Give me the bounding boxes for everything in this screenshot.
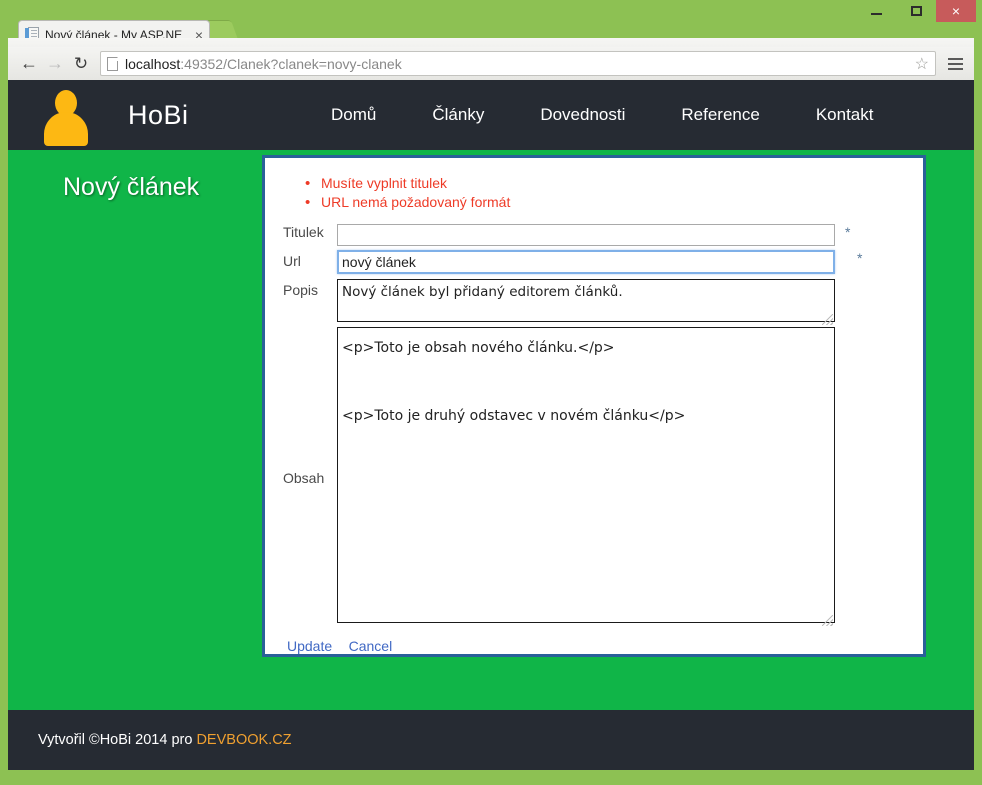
popis-textarea[interactable]: Nový článek byl přidaný editorem článků. (337, 279, 835, 322)
reload-icon: ↻ (74, 54, 88, 74)
label-url: Url (283, 250, 337, 269)
back-button[interactable]: ← (16, 51, 42, 77)
close-window-button[interactable]: × (936, 0, 976, 22)
titulek-required-mark: * (845, 224, 850, 240)
label-popis: Popis (283, 279, 337, 298)
validation-error-item: Musíte vyplnit titulek (305, 174, 923, 193)
url-host: localhost (125, 56, 180, 72)
page-info-icon (107, 57, 118, 71)
address-bar-text: localhost:49352/Clanek?clanek=novy-clane… (125, 56, 402, 72)
browser-toolbar: ← → ↻ localhost:49352/Clanek?clanek=novy… (8, 47, 974, 80)
form-row-titulek: Titulek * (283, 224, 923, 246)
forward-arrow-icon: → (46, 53, 64, 74)
form-row-popis: Popis Nový článek byl přidaný editorem č… (283, 279, 923, 327)
bookmark-star-icon[interactable]: ☆ (907, 54, 929, 74)
maximize-icon (911, 6, 922, 16)
update-link[interactable]: Update (287, 638, 332, 654)
reload-button[interactable]: ↻ (68, 51, 94, 77)
minimize-icon (871, 13, 882, 15)
nav-item-clanky[interactable]: Články (404, 105, 512, 125)
url-path: :49352/Clanek?clanek=novy-clanek (180, 56, 401, 72)
hamburger-menu-icon[interactable] (944, 58, 966, 70)
article-form-panel: Musíte vyplnit titulek URL nemá požadova… (262, 155, 926, 657)
window-controls: × (856, 0, 976, 22)
url-required-mark: * (857, 250, 862, 266)
forward-button[interactable]: → (42, 51, 68, 77)
url-input[interactable] (337, 250, 835, 274)
label-obsah: Obsah (283, 470, 337, 486)
nav-item-domu[interactable]: Domů (303, 105, 404, 125)
obsah-textarea[interactable]: <p>Toto je obsah nového článku.</p> <p>T… (337, 327, 835, 623)
nav-item-reference[interactable]: Reference (653, 105, 787, 125)
page-viewport: HoBi Domů Články Dovednosti Reference Ko… (8, 80, 974, 770)
address-bar[interactable]: localhost:49352/Clanek?clanek=novy-clane… (100, 51, 936, 76)
nav-item-kontakt[interactable]: Kontakt (788, 105, 902, 125)
close-icon: × (952, 4, 960, 18)
site-nav-links: Domů Články Dovednosti Reference Kontakt (303, 105, 901, 125)
form-row-url: Url * (283, 250, 923, 274)
validation-error-item: URL nemá požadovaný formát (305, 193, 923, 212)
form-actions: Update Cancel (287, 638, 923, 656)
site-footer: Vytvořil ©HoBi 2014 pro DEVBOOK.CZ (8, 710, 974, 770)
minimize-button[interactable] (856, 0, 896, 22)
maximize-button[interactable] (896, 0, 936, 22)
footer-credit: Vytvořil ©HoBi 2014 pro (38, 732, 196, 748)
person-avatar-icon (40, 84, 92, 146)
page-body: Nový článek Musíte vyplnit titulek URL n… (8, 150, 974, 710)
back-arrow-icon: ← (20, 53, 38, 74)
validation-error-list: Musíte vyplnit titulek URL nemá požadova… (305, 174, 923, 212)
brand-name[interactable]: HoBi (128, 100, 189, 131)
browser-title-bar: Nový článek - My ASP.NE × × (0, 0, 982, 38)
form-row-obsah: Obsah <p>Toto je obsah nového článku.</p… (283, 327, 923, 628)
titulek-input[interactable] (337, 224, 835, 246)
page-title: Nový článek (63, 173, 199, 202)
footer-text: Vytvořil ©HoBi 2014 pro DEVBOOK.CZ (38, 732, 292, 748)
cancel-link[interactable]: Cancel (349, 638, 393, 654)
label-titulek: Titulek (283, 224, 337, 240)
footer-link-devbook[interactable]: DEVBOOK.CZ (196, 732, 291, 748)
nav-item-dovednosti[interactable]: Dovednosti (512, 105, 653, 125)
site-navbar: HoBi Domů Články Dovednosti Reference Ko… (8, 80, 974, 150)
browser-window: Nový článek - My ASP.NE × × ← → ↻ (0, 0, 982, 785)
